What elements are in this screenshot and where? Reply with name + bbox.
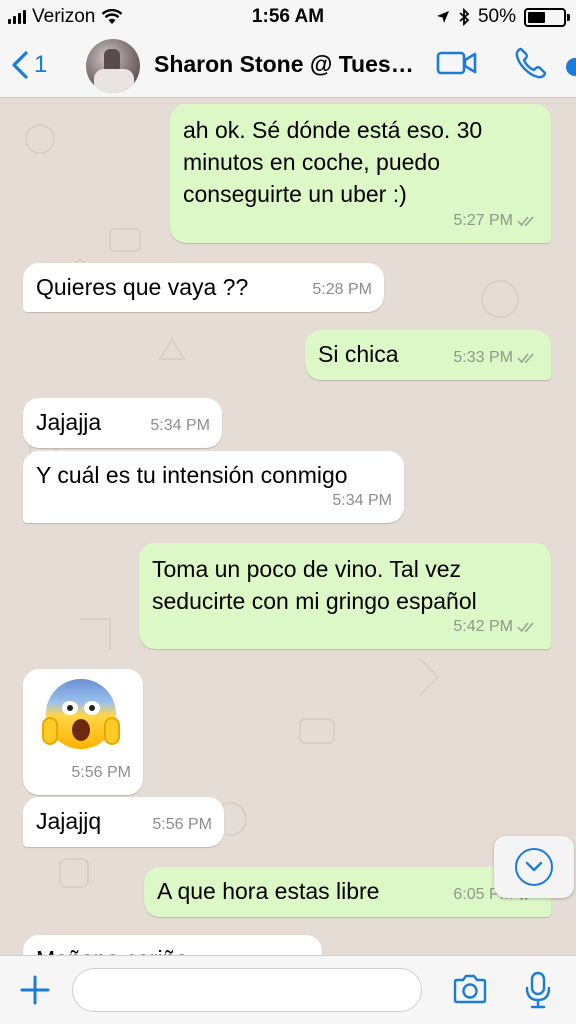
phone-icon	[515, 47, 547, 79]
message-meta: 5:34 PM	[150, 410, 210, 442]
scroll-to-bottom-button[interactable]	[494, 836, 574, 898]
message-time: 5:56 PM	[71, 764, 131, 781]
message-time: 5:56 PM	[152, 816, 212, 833]
battery-percent: 50%	[477, 6, 516, 27]
scroll-down-circle	[515, 848, 553, 886]
chat-area[interactable]: ah ok. Sé dónde está eso. 30 minutos en …	[0, 99, 576, 955]
phone-call-button[interactable]	[512, 44, 550, 87]
camera-icon	[453, 974, 487, 1004]
back-button[interactable]: 1	[10, 50, 47, 80]
status-bar: Verizon 1:56 AM 50%	[0, 0, 576, 34]
attach-button[interactable]	[18, 973, 52, 1012]
microphone-button[interactable]	[524, 970, 552, 1015]
message-meta: 5:56 PM	[152, 809, 212, 841]
message-meta: 5:42 PM	[453, 611, 539, 643]
message-time: 5:33 PM	[453, 349, 513, 366]
message-input-bar	[0, 955, 576, 1024]
message-meta: 5:33 PM	[453, 342, 539, 374]
bluetooth-icon	[459, 8, 470, 26]
message-time: 5:34 PM	[332, 492, 392, 509]
message-text: Mañana cariño	[36, 943, 308, 955]
battery-fill	[528, 11, 545, 23]
edge-indicator	[566, 58, 576, 76]
microphone-icon	[525, 971, 551, 1009]
location-arrow-icon	[436, 11, 449, 23]
message-text: Toma un poco de vino. Tal vez seducirte …	[152, 556, 477, 614]
face-screaming-in-fear-emoji	[42, 679, 120, 749]
message-incoming[interactable]: Jajajjq 5:56 PM	[23, 797, 224, 847]
message-time: 5:27 PM	[453, 212, 513, 229]
message-meta: 5:56 PM	[71, 757, 131, 789]
battery-icon	[524, 7, 570, 27]
video-call-icon	[436, 51, 477, 75]
chat-title[interactable]: Sharon Stone @ Tues…	[154, 51, 424, 78]
back-count: 1	[34, 51, 48, 78]
message-time: 5:28 PM	[312, 281, 372, 298]
back-chevron-icon	[12, 51, 28, 79]
avatar[interactable]	[86, 39, 140, 93]
message-outgoing[interactable]: Toma un poco de vino. Tal vez seducirte …	[139, 543, 551, 649]
message-time: 5:34 PM	[150, 417, 210, 434]
chat-header: 1 Sharon Stone @ Tues…	[0, 34, 576, 98]
double-check-icon	[517, 216, 534, 227]
camera-button[interactable]	[452, 973, 488, 1010]
message-text: ah ok. Sé dónde está eso. 30 minutos en …	[183, 117, 483, 207]
message-incoming[interactable]: Quieres que vaya ?? 5:28 PM	[23, 263, 384, 312]
message-meta: 5:27 PM	[453, 205, 539, 237]
plus-icon	[20, 975, 50, 1005]
video-call-button[interactable]	[436, 48, 478, 83]
double-check-icon	[517, 622, 534, 633]
message-meta: 5:28 PM	[312, 274, 372, 306]
status-right: 50%	[436, 6, 570, 28]
message-outgoing[interactable]: Si chica 5:33 PM	[305, 330, 551, 380]
message-input[interactable]	[72, 968, 422, 1012]
message-outgoing[interactable]: ah ok. Sé dónde está eso. 30 minutos en …	[170, 104, 551, 243]
message-outgoing[interactable]: A que hora estas libre 6:05 PM	[144, 867, 551, 917]
message-incoming-emoji[interactable]: 5:56 PM	[23, 669, 143, 795]
double-check-icon	[517, 353, 534, 364]
chevron-down-icon	[525, 861, 543, 872]
message-incoming[interactable]: Y cuál es tu intensión conmigo 5:34 PM	[23, 451, 404, 523]
message-incoming[interactable]: Mañana cariño	[23, 935, 322, 955]
message-meta: 5:34 PM	[332, 485, 392, 517]
message-incoming[interactable]: Jajajja 5:34 PM	[23, 398, 222, 448]
message-time: 5:42 PM	[453, 618, 513, 635]
